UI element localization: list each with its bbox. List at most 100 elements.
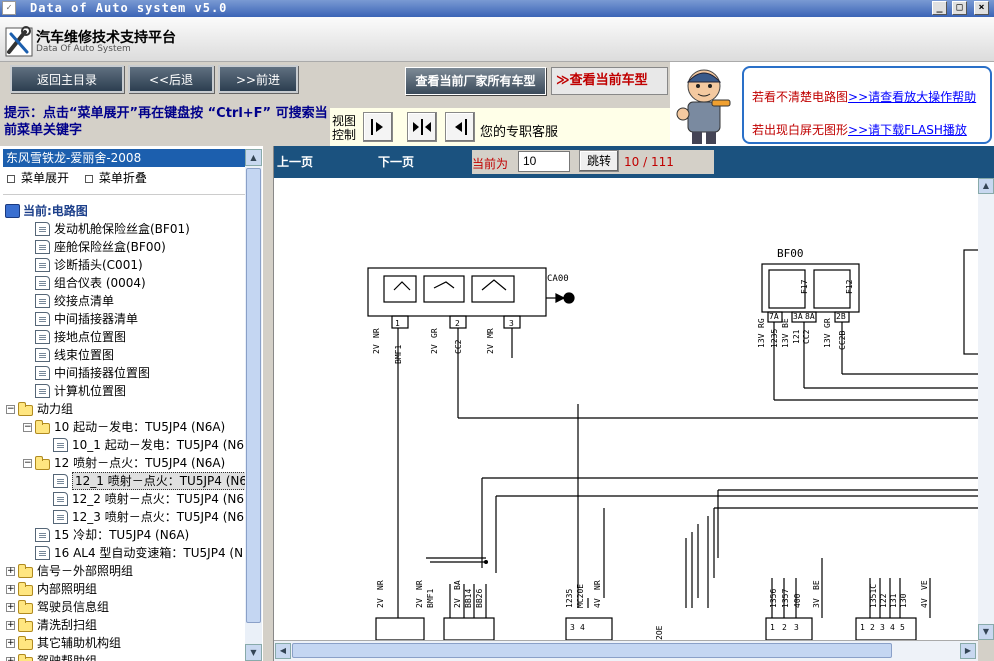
collapse-toggle-icon[interactable]: −	[23, 423, 32, 432]
menu-collapse-link[interactable]: 菜单折叠	[99, 171, 147, 185]
expand-toggle-icon[interactable]: +	[6, 639, 15, 648]
scroll-left-arrow-icon[interactable]: ◀	[275, 643, 291, 659]
pane-splitter[interactable]	[262, 146, 274, 661]
wiring-diagram[interactable]: CA00 BF00 1 2 3 7A 3A 8A 2B F17 F12 2V N…	[274, 178, 978, 640]
tree-item-label: 驾驶帮助组	[37, 654, 98, 661]
wire-label: CC2	[454, 339, 463, 354]
document-icon	[35, 348, 50, 362]
pin-3: 3	[509, 319, 514, 328]
folder-icon	[18, 618, 33, 632]
tree-item-label: 计算机位置图	[54, 384, 127, 398]
scroll-up-arrow-icon[interactable]: ▲	[978, 178, 994, 194]
tree-item-label: 座舱保险丝盒(BF00)	[54, 240, 166, 254]
wire-label: 400	[793, 593, 802, 608]
pin-label: 2	[782, 623, 787, 632]
horizontal-scroll-thumb[interactable]	[292, 643, 892, 658]
pin-label: 1	[860, 623, 865, 632]
page-count: 10 / 111	[624, 155, 674, 169]
sidebar-scrollbar[interactable]: ▲ ▼	[245, 149, 262, 661]
split-view-button[interactable]	[407, 112, 437, 142]
tree-item-label: 12_1 喷射－点火：TU5JP4 (N6	[72, 472, 245, 490]
collapse-left-icon	[455, 119, 467, 135]
tree-item-label: 线束位置图	[54, 348, 115, 362]
minimize-button[interactable]: _	[932, 1, 947, 15]
scroll-up-arrow-icon[interactable]: ▲	[245, 149, 262, 166]
fuse-f17: F17	[800, 279, 809, 294]
tree-item-label: 绞接点清单	[54, 294, 115, 308]
diagram-horizontal-scrollbar[interactable]: ◀ ▶	[274, 640, 978, 661]
zoom-help-link[interactable]: >>请查看放大操作帮助	[848, 90, 976, 104]
wire-label: 1235	[770, 329, 779, 348]
bf-pin-8a: 8A	[805, 312, 815, 321]
current-model-button[interactable]: ≫查看当前车型	[551, 67, 668, 95]
wire-label: 2V	[376, 598, 385, 608]
diagram-vertical-scrollbar[interactable]: ▲ ▼	[978, 178, 994, 640]
expand-view-button[interactable]	[363, 112, 393, 142]
home-button[interactable]: 返回主目录	[10, 65, 124, 93]
scroll-down-arrow-icon[interactable]: ▼	[245, 644, 262, 661]
maximize-button[interactable]: □	[952, 1, 967, 15]
wire-label: 122	[879, 593, 888, 608]
collapse-view-button[interactable]	[445, 112, 475, 142]
fuse-f12: F12	[845, 279, 854, 294]
back-button[interactable]: <<后退	[128, 65, 214, 93]
tree-item-label: 诊断插头(C001)	[54, 258, 143, 272]
pin-2: 2	[455, 319, 460, 328]
wire-label: 4V	[593, 598, 602, 608]
wire-label: 13V	[757, 333, 766, 348]
wire-label: BB26	[475, 589, 484, 608]
close-button[interactable]: ×	[974, 1, 989, 15]
tree-item-label: 15 冷却：TU5JP4 (N6A)	[54, 528, 190, 542]
expand-toggle-icon[interactable]: +	[6, 657, 15, 661]
menu-tree: 当前:电路图 发动机舱保险丝盒(BF01) 座舱保险丝盒(BF00) 诊断插头(C0…	[3, 202, 245, 661]
all-models-button[interactable]: 查看当前厂家所有车型	[405, 67, 546, 95]
jump-button[interactable]: 跳转	[579, 150, 619, 172]
circuit-schematic: CA00 BF00 1 2 3 7A 3A 8A 2B F17 F12 2V N…	[367, 247, 978, 640]
collapse-toggle-icon[interactable]: −	[6, 405, 15, 414]
bf-pin-2b: 2B	[836, 312, 846, 321]
folder-icon	[18, 564, 33, 578]
app-icon: ✓	[2, 1, 16, 15]
scroll-down-arrow-icon[interactable]: ▼	[978, 624, 994, 640]
flash-download-link[interactable]: >>请下载FLASH播放	[848, 123, 967, 137]
expand-toggle-icon[interactable]: +	[6, 603, 15, 612]
menu-expand-link[interactable]: 菜单展开	[21, 171, 69, 185]
document-icon	[53, 510, 68, 524]
bf-pin-7a: 7A	[769, 312, 779, 321]
prev-page-link[interactable]: 上一页	[277, 153, 313, 170]
wire-label: 2V	[372, 344, 381, 354]
expand-toggle-icon[interactable]: +	[6, 567, 15, 576]
wire-label: RG	[757, 318, 766, 328]
wire-label: GR	[823, 318, 832, 328]
page-nav-bar: 上一页 下一页 当前为 10 跳转 10 / 111	[274, 146, 994, 178]
wire-label: BE	[812, 580, 821, 590]
pin-label: 1	[770, 623, 775, 632]
vehicle-title: 东风雪铁龙-爱丽舍-2008	[3, 149, 245, 167]
wire-label: 1235	[565, 589, 574, 608]
pin-label: 4	[890, 623, 895, 632]
wire-label: 1357	[781, 589, 790, 608]
expand-toggle-icon[interactable]: +	[6, 585, 15, 594]
folder-icon	[35, 456, 50, 470]
tree-item-label: 动力组	[37, 402, 74, 416]
view-control-label: 视图控制	[332, 114, 357, 142]
expand-icon	[7, 174, 15, 183]
ca00-label: CA00	[547, 274, 569, 284]
sidebar-scroll-thumb[interactable]	[246, 168, 261, 623]
wire-label: BA	[453, 580, 462, 590]
current-page-label: 当前为	[472, 157, 509, 171]
customer-service-label: 您的专职客服	[480, 125, 559, 140]
collapse-toggle-icon[interactable]: −	[23, 459, 32, 468]
collapse-icon	[84, 174, 93, 183]
scroll-right-arrow-icon[interactable]: ▶	[960, 643, 976, 659]
hint-bar: 提示：点击“菜单展开”再在键盘按 “Ctrl+F” 可搜索当前菜单关键字	[0, 104, 330, 146]
next-page-link[interactable]: 下一页	[378, 153, 414, 170]
split-icon	[413, 119, 431, 135]
wire-label: BMF1	[426, 589, 435, 608]
folder-icon	[18, 600, 33, 614]
page-number-input[interactable]: 10	[518, 151, 570, 172]
forward-button[interactable]: >>前进	[218, 65, 298, 93]
sidebar: 东风雪铁龙-爱丽舍-2008 菜单展开 菜单折叠 当前:电路图 发动机舱保险丝盒…	[0, 146, 262, 661]
help-text-1: 若看不清楚电路图	[752, 90, 849, 104]
expand-toggle-icon[interactable]: +	[6, 621, 15, 630]
